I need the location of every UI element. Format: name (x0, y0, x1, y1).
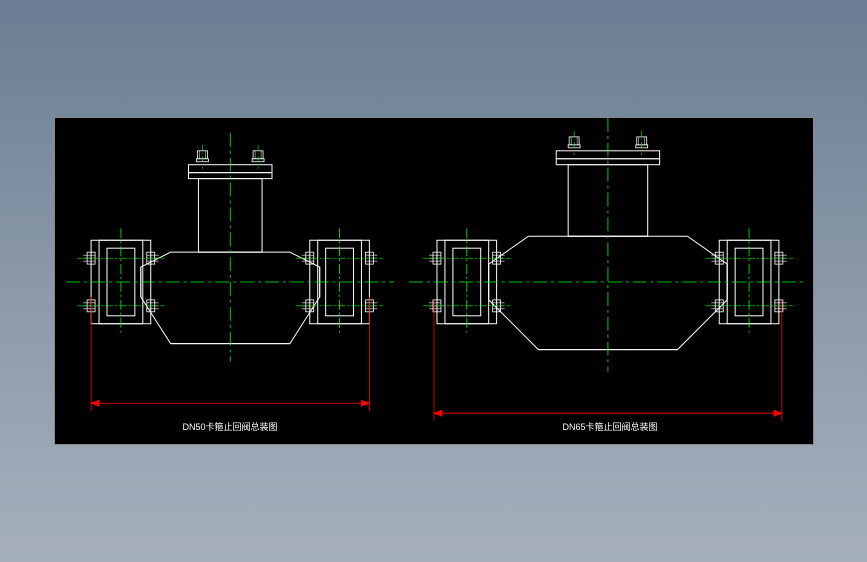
right-valve-drawing (409, 118, 807, 421)
right-drawing-caption: DN65卡箍止回阀总装图 (562, 420, 657, 433)
cad-drawing-svg (55, 118, 813, 444)
left-drawing-caption: DN50卡箍止回阀总装图 (182, 420, 277, 433)
left-valve-drawing (66, 133, 394, 411)
cad-canvas: DN50卡箍止回阀总装图 DN65卡箍止回阀总装图 (54, 117, 814, 445)
